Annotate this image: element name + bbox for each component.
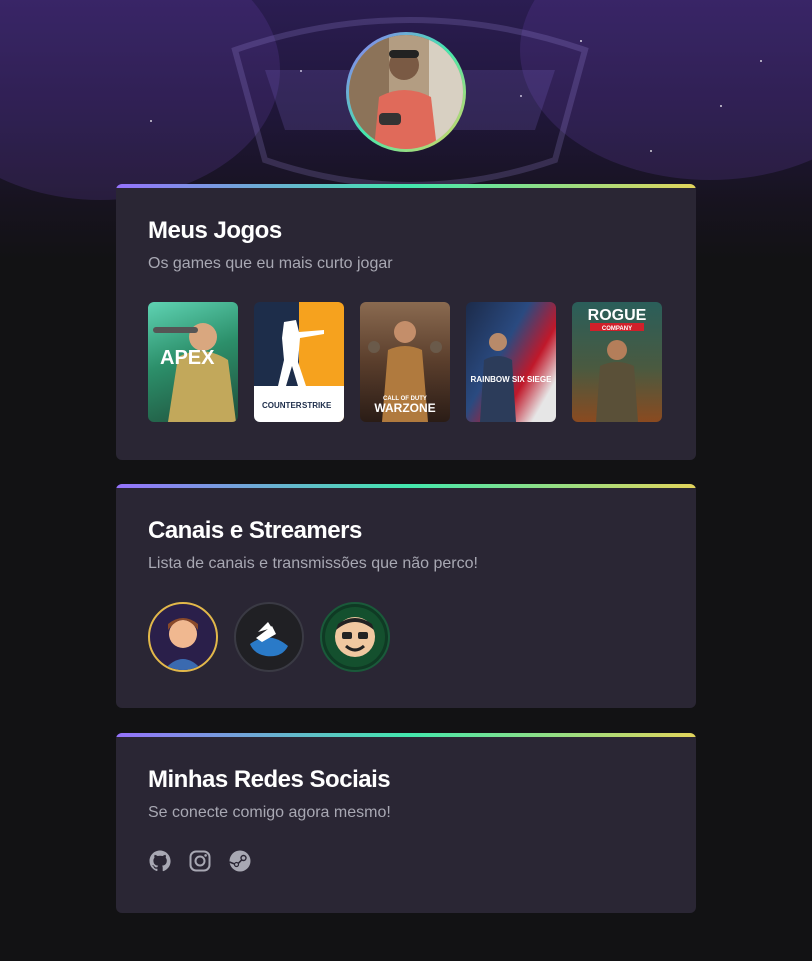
- games-subtitle: Os games que eu mais curto jogar: [148, 255, 393, 272]
- channels-card: Canais e Streamers Lista de canais e tra…: [116, 484, 696, 708]
- streamers-list: [148, 602, 664, 672]
- social-card: Minhas Redes Sociais Se conecte comigo a…: [116, 733, 696, 913]
- steam-icon[interactable]: [228, 849, 252, 873]
- social-subtitle: Se conecte comigo agora mesmo!: [148, 804, 391, 821]
- channels-subtitle: Lista de canais e transmissões que não p…: [148, 555, 478, 572]
- game-counter-strike[interactable]: COUNTER STRIKE: [254, 302, 344, 422]
- svg-text:STRIKE: STRIKE: [302, 401, 332, 410]
- svg-text:APEX: APEX: [160, 347, 215, 369]
- social-title: Minhas Redes Sociais: [148, 766, 391, 793]
- streamer-avatar-1[interactable]: [148, 602, 218, 672]
- profile-avatar: [346, 32, 466, 152]
- svg-text:COUNTER: COUNTER: [262, 401, 302, 410]
- svg-text:RAINBOW SIX SIEGE: RAINBOW SIX SIEGE: [471, 375, 553, 384]
- channels-title: Canais e Streamers: [148, 517, 362, 544]
- game-rogue-company[interactable]: ROGUE COMPANY: [572, 302, 662, 422]
- streamer-avatar-2[interactable]: [234, 602, 304, 672]
- svg-text:WARZONE: WARZONE: [374, 401, 435, 415]
- game-warzone[interactable]: CALL OF DUTY WARZONE: [360, 302, 450, 422]
- social-links: [148, 849, 664, 873]
- svg-text:ROGUE: ROGUE: [588, 307, 647, 324]
- games-card: Meus Jogos Os games que eu mais curto jo…: [116, 184, 696, 460]
- profile-photo: [349, 35, 463, 149]
- svg-text:COMPANY: COMPANY: [602, 326, 632, 332]
- streamer-avatar-3[interactable]: [320, 602, 390, 672]
- games-list: APEX COUNTER STRIKE CALL OF DUTY WARZONE: [148, 302, 664, 422]
- game-rainbow-six[interactable]: RAINBOW SIX SIEGE: [466, 302, 556, 422]
- instagram-icon[interactable]: [188, 849, 212, 873]
- games-title: Meus Jogos: [148, 217, 282, 244]
- github-icon[interactable]: [148, 849, 172, 873]
- game-apex[interactable]: APEX: [148, 302, 238, 422]
